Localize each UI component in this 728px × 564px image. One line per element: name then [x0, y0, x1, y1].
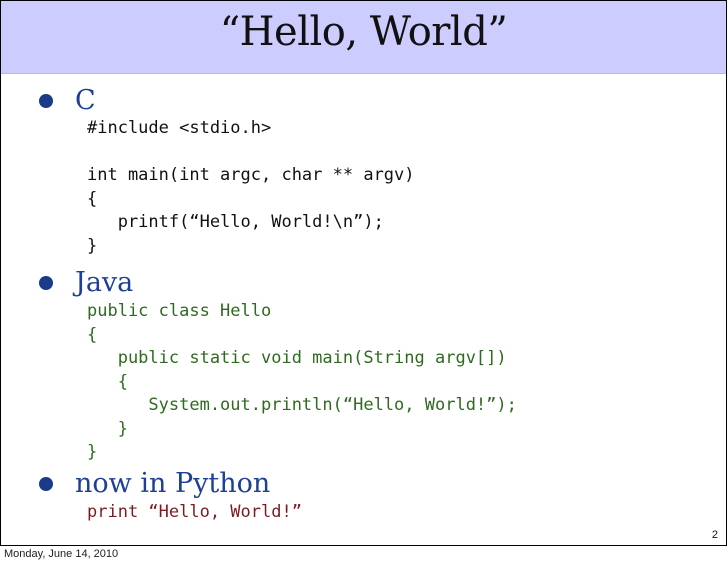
slide-title: “Hello, World” [219, 9, 508, 55]
footer-date: Monday, June 14, 2010 [4, 548, 119, 560]
code-block-c: #include <stdio.h> int main(int argc, ch… [87, 118, 415, 256]
bullet-icon [39, 94, 53, 108]
code-block-python: print “Hello, World!” [87, 502, 302, 522]
section-heading-java: Java [75, 267, 134, 298]
section-heading-c: C [75, 85, 96, 116]
page-number: 2 [711, 529, 718, 541]
section-heading-python: now in Python [75, 468, 271, 499]
slide: “Hello, World” C #include <stdio.h> int … [0, 0, 727, 546]
code-block-java: public class Hello { public static void … [87, 301, 517, 462]
bullet-icon [39, 276, 53, 290]
title-bar: “Hello, World” [1, 1, 726, 74]
bullet-icon [39, 477, 53, 491]
